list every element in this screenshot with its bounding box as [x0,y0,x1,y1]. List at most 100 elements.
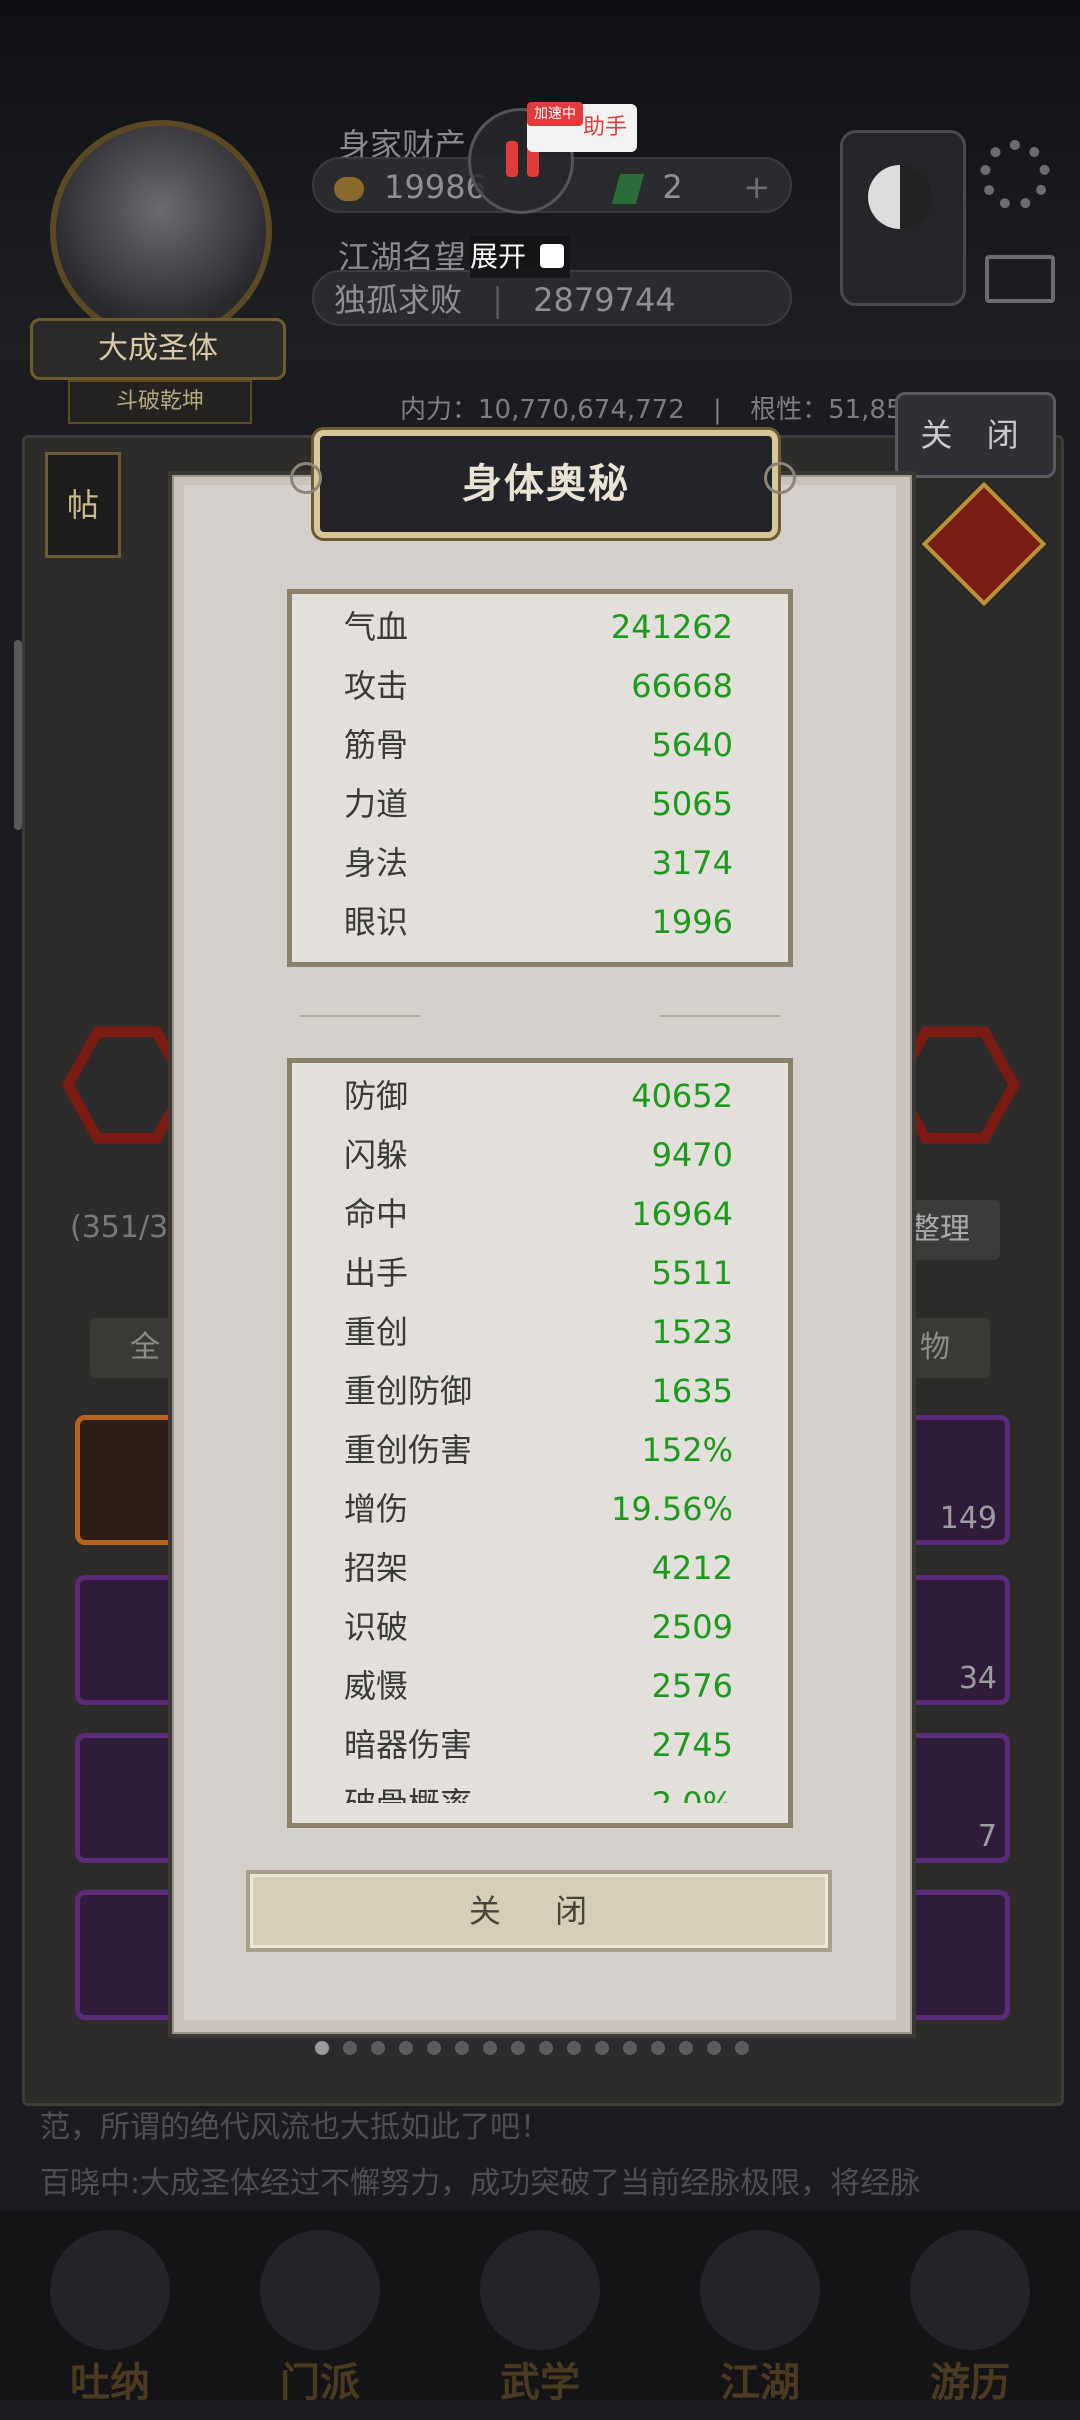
stat-row: 暗器伤害 2745 [292,1716,788,1775]
stat-label: 识破 [344,1608,409,1646]
page-dot[interactable] [399,2041,413,2055]
nav-label: 武学 [500,2360,580,2406]
nav-jianghu[interactable]: 江湖 [660,2230,860,2420]
stat-value: 16964 [631,1195,733,1233]
stat-row: 眼识 1996 [292,893,788,952]
nav-label: 游历 [930,2360,1010,2406]
stat-row: 破骨概率 2.0% [292,1775,788,1803]
fame-rank: 独孤求败 [334,281,463,319]
nav-tuna[interactable]: 吐纳 [10,2230,210,2420]
page-dot[interactable] [539,2041,553,2055]
page-dot[interactable] [595,2041,609,2055]
recorder-badge: 加速中 [527,102,583,126]
stat-value: 2.0% [652,1775,733,1803]
stat-row: 命中 16964 [292,1185,788,1244]
stat-label: 防御 [344,1077,409,1115]
page-dot[interactable] [651,2041,665,2055]
stat-row: 出手 5511 [292,1244,788,1303]
stat-row: 闪躲 9470 [292,1126,788,1185]
page-dot[interactable] [427,2041,441,2055]
player-title-badge: 大成圣体 [30,318,286,380]
player-avatar[interactable] [50,120,272,342]
neili-text: 内力：10,770,674,772 [400,395,685,425]
bag-count: (351/38 [70,1210,188,1245]
page-dot[interactable] [707,2041,721,2055]
nav-youli[interactable]: 游历 [870,2230,1070,2420]
stat-row: 力道 5065 [292,775,788,834]
nav-label: 江湖 [720,2360,800,2406]
coin-icon [334,177,364,201]
nav-menpai[interactable]: 门派 [220,2230,420,2420]
post-tag[interactable]: 帖 [45,452,121,558]
stat-label: 力道 [344,785,409,823]
expand-icon [540,244,564,268]
gear-icon[interactable] [980,140,1050,210]
gengu-text: 根性：51,850 [750,395,920,425]
stat-label: 重创防御 [344,1372,473,1410]
page-dot[interactable] [511,2041,525,2055]
jianghu-icon [700,2230,820,2350]
stat-value: 2509 [651,1608,733,1646]
page-dot[interactable] [679,2041,693,2055]
stat-label: 破骨概率 [344,1775,472,1803]
page-dot[interactable] [483,2041,497,2055]
menpai-icon [260,2230,380,2350]
stat-label: 气血 [344,608,409,646]
nav-wuxue[interactable]: 武学 [440,2230,640,2420]
stat-value: 2745 [651,1726,733,1764]
page-dot[interactable] [371,2041,385,2055]
stat-label: 威慑 [344,1667,409,1705]
stat-label: 筋骨 [344,726,409,764]
stat-row: 重创 1523 [292,1303,788,1362]
stat-value: 5065 [651,785,733,823]
stat-row: 防御 40652 [292,1067,788,1126]
page-dot[interactable] [315,2041,329,2055]
nav-label: 门派 [280,2360,360,2406]
horse-icon [902,1037,1008,1133]
stat-value: 1635 [651,1372,733,1410]
page-dot[interactable] [455,2041,469,2055]
dialog-close-button[interactable]: 关 闭 [246,1870,832,1952]
page-dot[interactable] [343,2041,357,2055]
stat-label: 暗器伤害 [344,1726,473,1764]
stat-value: 9470 [651,1136,733,1174]
page-dot[interactable] [567,2041,581,2055]
primary-stats-box: 气血 241262 攻击 66668 筋骨 5640 力道 5065 身法 3174 眼识 1996 [287,589,793,967]
mail-icon[interactable] [985,255,1055,303]
stat-label: 命中 [344,1195,409,1233]
page-dot[interactable] [623,2041,637,2055]
stat-label: 眼识 [344,903,409,941]
stat-value: 3174 [651,844,733,882]
taiji-icon [868,165,932,229]
stat-value: 2576 [651,1667,733,1705]
stat-row: 攻击 66668 [292,657,788,716]
left-scrollbar[interactable] [14,640,22,830]
stat-value: 19.56% [610,1490,733,1528]
page-dot[interactable] [735,2041,749,2055]
secondary-stats-box[interactable]: 防御 40652 闪躲 9470 命中 16964 出手 5511 重创 1523 重创防御 1635… [287,1058,793,1828]
stat-value: 1523 [651,1313,733,1351]
stat-label: 重创伤害 [344,1431,473,1469]
dialog-title: 身体奥秘 [462,461,630,507]
stat-row: 重创伤害 152% [292,1421,788,1480]
log-line: 百晓中:大成圣体经过不懈努力，成功突破了当前经脉极限，将经脉 [40,2166,921,2201]
close-top-button[interactable]: 关 闭 [895,392,1056,478]
pause-icon [506,141,518,177]
slot-count: 34 [958,1661,997,1696]
stat-value: 5640 [651,726,733,764]
stat-label: 出手 [344,1254,409,1292]
plus-icon[interactable]: + [743,159,770,215]
stat-value: 66668 [631,667,733,705]
stat-row: 威慑 2576 [292,1657,788,1716]
event-log: 范，所谓的绝代风流也大抵如此了吧！ 百晓中:大成圣体经过不懈努力，成功突破了当前… [40,2100,1050,2212]
stat-row: 重创防御 1635 [292,1362,788,1421]
spear-icon [74,1037,180,1133]
stat-label: 闪躲 [344,1136,409,1174]
stat-row: 筋骨 5640 [292,716,788,775]
youli-icon [910,2230,1030,2350]
section-divider [300,1008,780,1024]
slot-count: 7 [977,1819,997,1854]
stat-value: 40652 [631,1077,733,1115]
stat-label: 招架 [344,1549,409,1587]
stat-row: 增伤 19.56% [292,1480,788,1539]
